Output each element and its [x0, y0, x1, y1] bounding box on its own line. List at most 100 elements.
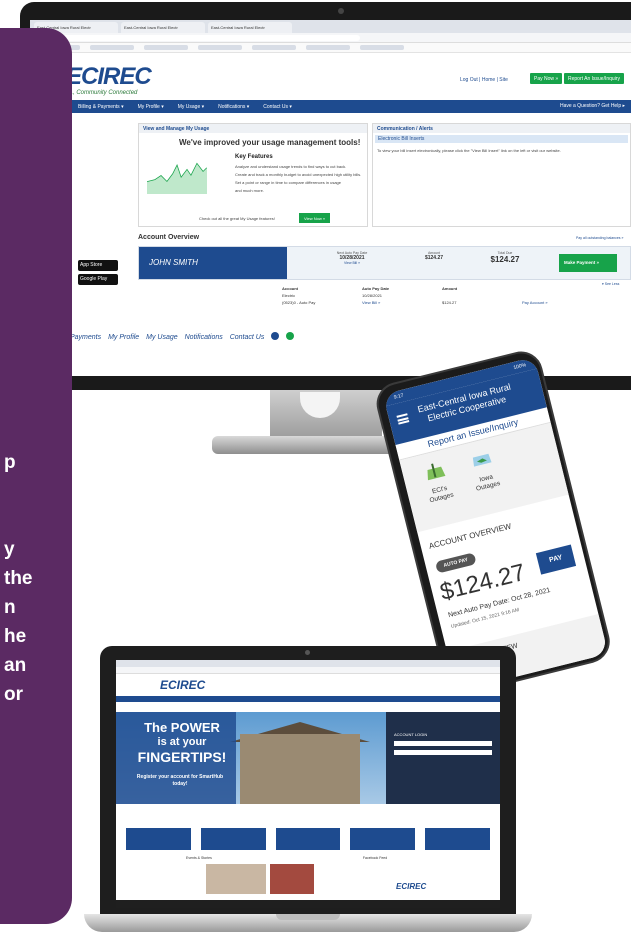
alerts-text: To view your bill insert electronically,…	[377, 148, 561, 153]
quick-link-tile[interactable]	[275, 828, 341, 850]
account-summary-bar: JOHN SMITH Next Auto Pay Date 10/28/2021…	[138, 246, 631, 280]
header-links[interactable]: Log Out | Home | Site	[460, 77, 508, 83]
quick-link-tile[interactable]	[200, 828, 266, 850]
password-field[interactable]	[394, 750, 492, 755]
make-payment-button[interactable]: Make Payment »	[559, 254, 617, 272]
pay-all-link[interactable]: Pay all outstanding balances »	[576, 236, 623, 240]
app-store-badge[interactable]: App Store	[78, 260, 118, 271]
nav-profile[interactable]: My Profile ▾	[138, 104, 164, 110]
social-icon[interactable]	[286, 332, 295, 340]
bookmark[interactable]	[198, 45, 242, 50]
pay-now-button[interactable]: Pay Now »	[530, 73, 563, 84]
view-bill-link[interactable]: View Bill »	[317, 261, 387, 265]
footer-link[interactable]: Notifications	[185, 334, 223, 341]
alerts-subheading[interactable]: Electronic Bill Inserts	[375, 135, 628, 143]
hero-line: FINGERTIPS!	[137, 749, 227, 765]
bookmark[interactable]	[90, 45, 134, 50]
footer-link[interactable]: My Profile	[108, 334, 139, 341]
bookmark[interactable]	[144, 45, 188, 50]
quick-link-tile[interactable]	[126, 828, 191, 850]
usage-title: We've improved your usage management too…	[179, 138, 361, 147]
side-text-line: n	[4, 597, 16, 618]
ecirec-logo[interactable]: ECIREC	[160, 678, 205, 692]
table-header: Account Auto Pay Date Amount	[282, 286, 612, 293]
key-feature: and much more.	[235, 188, 264, 193]
table-cell: $124.27	[442, 300, 457, 305]
side-text-line	[4, 506, 72, 535]
iowa-map-icon	[472, 453, 492, 467]
total-due-col: Total Due $124.27	[475, 251, 535, 264]
facebook-logo: ECIREC	[396, 882, 427, 891]
tile-label: Iowa Outages	[475, 473, 501, 493]
quick-link-tile[interactable]	[350, 828, 416, 850]
view-now-button[interactable]: View Now »	[299, 213, 331, 223]
username-field[interactable]	[394, 741, 492, 746]
eci-outages-tile[interactable]: ECI's Outages	[413, 458, 462, 507]
table-head-cell: Auto Pay Date	[362, 286, 390, 291]
bookmark[interactable]	[306, 45, 350, 50]
story-photo[interactable]	[270, 864, 314, 894]
browser-tab[interactable]: East-Central Iowa Rural Electr	[121, 22, 205, 33]
side-text-line: he	[4, 626, 27, 647]
monitor-camera	[338, 8, 344, 14]
bookmark[interactable]	[252, 45, 296, 50]
usage-panel: View and Manage My Usage We've improved …	[138, 123, 368, 227]
side-text-line: or	[4, 684, 23, 705]
facebook-icon[interactable]	[271, 332, 280, 340]
table-head-cell: Account	[282, 286, 298, 291]
nav-contact[interactable]: Contact Us ▾	[263, 104, 292, 110]
ecirec-logo[interactable]: ECIREC	[66, 63, 152, 91]
account-login-box: ACCOUNT LOGIN	[386, 712, 500, 804]
main-nav: Billing & Payments ▾ My Profile ▾ My Usa…	[30, 100, 631, 113]
side-text-line: p	[4, 452, 16, 473]
phone-time: 9:17	[393, 392, 405, 401]
alerts-heading: Communication / Alerts	[373, 124, 630, 133]
address-bar[interactable]	[30, 33, 631, 43]
laptop-camera	[305, 650, 310, 655]
phone-battery: 100%	[512, 362, 527, 372]
report-issue-button[interactable]: Report An Issue/Inquiry	[564, 73, 624, 84]
pay-button[interactable]: PAY	[535, 544, 577, 575]
table-cell[interactable]: View Bill »	[362, 300, 442, 307]
account-name: JOHN SMITH	[139, 247, 287, 279]
hero-headline: The POWER is at your FINGERTIPS!	[132, 720, 232, 765]
bottom-section-titles: Events & Stories Facebook Feed	[186, 856, 486, 860]
logo-tagline: ..., Community Connected	[68, 90, 138, 96]
story-photo[interactable]	[206, 864, 266, 894]
key-feature: Create and track a monthly budget to avo…	[235, 172, 362, 177]
footer-link[interactable]: Payments	[70, 334, 101, 341]
side-panel-text: p y the n he an or	[0, 448, 72, 709]
usage-heading: View and Manage My Usage	[139, 124, 367, 133]
laptop-address-bar[interactable]	[116, 667, 500, 674]
browser-tab[interactable]: East-Central Iowa Rural Electr	[208, 22, 292, 33]
quick-link-tiles	[126, 828, 490, 850]
key-features-title: Key Features	[235, 154, 273, 160]
laptop-tabbar	[116, 660, 500, 667]
nav-notifications[interactable]: Notifications ▾	[218, 104, 249, 110]
table-head-cell: Amount	[442, 286, 458, 291]
side-text-line: y	[4, 539, 15, 560]
amount-value: $124.27	[424, 255, 444, 261]
iowa-outages-tile[interactable]: Iowa Outages	[460, 446, 509, 495]
account-overview-title: Account Overview	[138, 234, 200, 241]
google-play-badge[interactable]: Google Play	[78, 274, 118, 285]
laptop-spacer	[116, 702, 500, 712]
desktop-monitor: East-Central Iowa Rural Electr East-Cent…	[20, 2, 631, 390]
table-cell[interactable]: Pay Account »	[522, 300, 602, 307]
laptop-site-header: ECIREC	[116, 674, 500, 696]
nav-billing[interactable]: Billing & Payments ▾	[78, 104, 124, 110]
url-field[interactable]	[60, 35, 360, 41]
quick-link-tile[interactable]	[425, 828, 490, 850]
table-row: (0523)0 - Auto Pay View Bill » $124.27 P…	[282, 300, 612, 307]
footer-link[interactable]: Contact Us	[230, 334, 265, 341]
laptop-taskbar	[116, 900, 500, 908]
bookmark[interactable]	[360, 45, 404, 50]
login-title: ACCOUNT LOGIN	[394, 732, 428, 737]
phone-screen: 9:17 100% East-Central Iowa Rural Electr…	[382, 356, 609, 692]
nav-help[interactable]: Have a Question? Get Help ▸	[560, 103, 625, 109]
footer-link[interactable]: My Usage	[146, 334, 178, 341]
table-cell: 10/28/2021	[362, 293, 383, 298]
marketing-composition: East-Central Iowa Rural Electr East-Cent…	[0, 0, 631, 939]
menu-icon[interactable]	[396, 413, 410, 425]
nav-usage[interactable]: My Usage ▾	[178, 104, 204, 110]
